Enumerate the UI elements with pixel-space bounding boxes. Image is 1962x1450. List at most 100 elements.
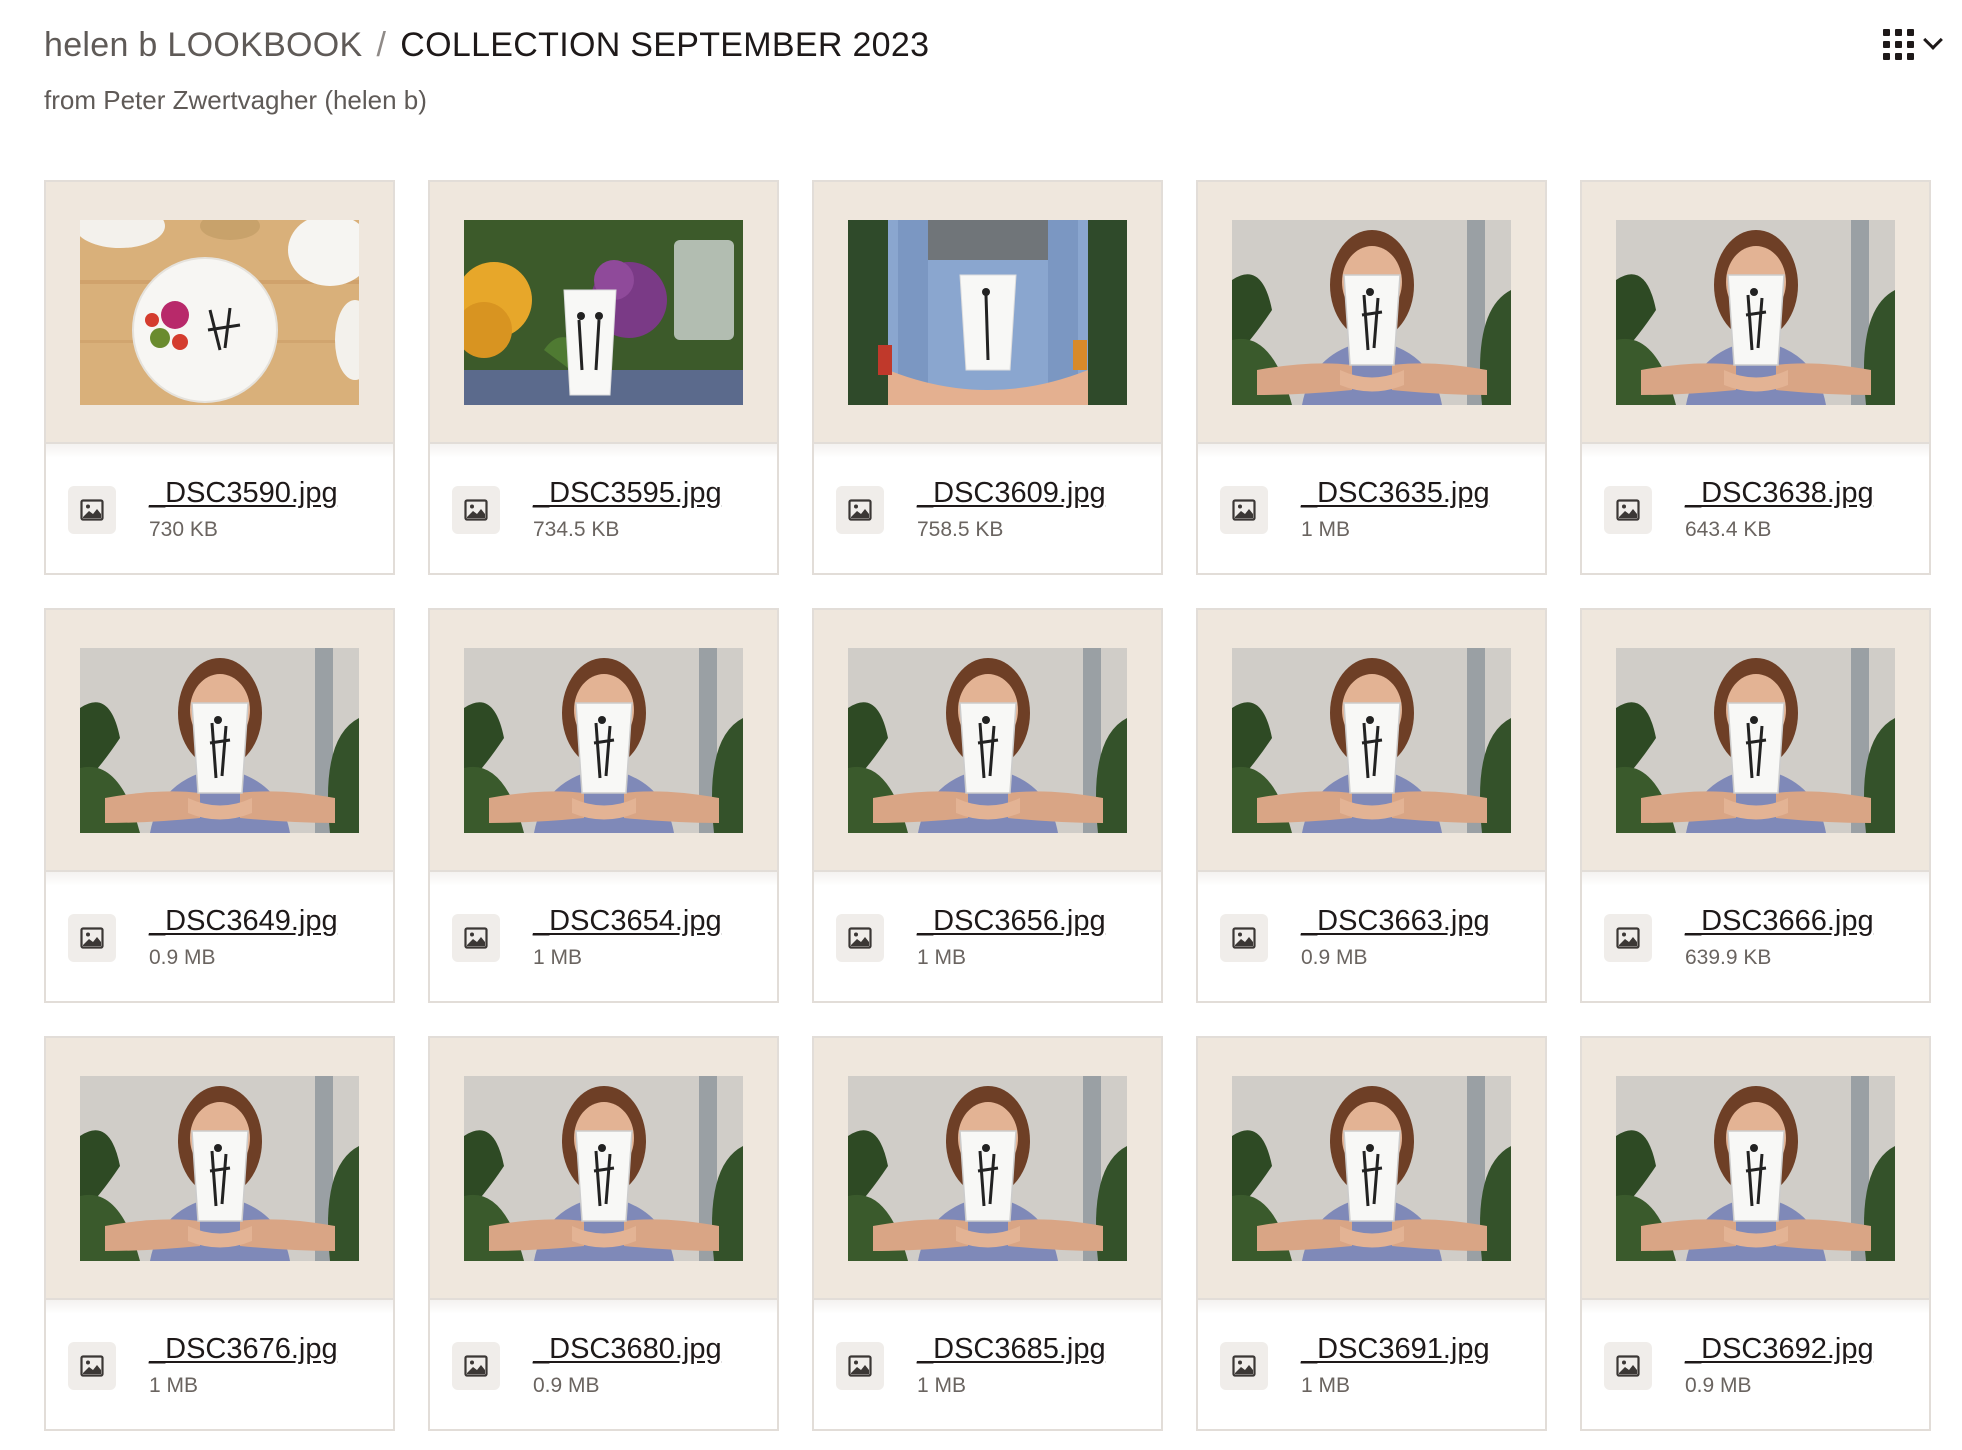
image-thumbnail[interactable]	[1232, 1075, 1511, 1261]
file-size: 1 MB	[917, 946, 967, 969]
thumbnail-frame	[430, 610, 777, 872]
file-info: _DSC3649.jpg 0.9 MB	[46, 872, 393, 1003]
thumbnail-frame	[430, 1038, 777, 1300]
file-card[interactable]: _DSC3590.jpg 730 KB	[44, 180, 395, 575]
file-card[interactable]: _DSC3685.jpg 1 MB	[812, 1036, 1163, 1431]
image-thumbnail[interactable]	[1616, 219, 1895, 405]
file-info: _DSC3680.jpg 0.9 MB	[430, 1300, 777, 1431]
image-thumbnail[interactable]	[80, 219, 359, 405]
file-info: _DSC3609.jpg 758.5 KB	[814, 444, 1161, 575]
thumbnail-frame	[814, 182, 1161, 444]
image-file-icon	[1220, 913, 1268, 962]
thumbnail-frame	[1198, 610, 1545, 872]
image-thumbnail[interactable]	[1232, 219, 1511, 405]
breadcrumb-parent-link[interactable]: helen b LOOKBOOK	[44, 26, 363, 65]
file-size: 758.5 KB	[917, 518, 1004, 541]
image-thumbnail[interactable]	[464, 1075, 743, 1261]
thumbnail-frame	[46, 182, 393, 444]
file-size: 730 KB	[149, 518, 218, 541]
thumbnail-frame	[814, 610, 1161, 872]
shared-by-subtitle: from Peter Zwertvagher (helen b)	[44, 85, 427, 115]
image-thumbnail[interactable]	[80, 647, 359, 833]
page-header: helen b LOOKBOOK / COLLECTION SEPTEMBER …	[44, 26, 929, 116]
image-file-icon	[452, 1341, 500, 1390]
file-size: 0.9 MB	[149, 946, 216, 969]
file-name-link[interactable]: _DSC3692.jpg	[1685, 1333, 1874, 1366]
file-size: 1 MB	[1301, 1374, 1351, 1397]
grid-view-icon	[1883, 28, 1914, 60]
file-info: _DSC3663.jpg 0.9 MB	[1198, 872, 1545, 1003]
file-card[interactable]: _DSC3656.jpg 1 MB	[812, 608, 1163, 1003]
image-thumbnail[interactable]	[464, 219, 743, 405]
file-name-link[interactable]: _DSC3638.jpg	[1685, 477, 1874, 510]
file-card[interactable]: _DSC3635.jpg 1 MB	[1196, 180, 1547, 575]
file-card[interactable]: _DSC3654.jpg 1 MB	[428, 608, 779, 1003]
file-size: 1 MB	[1301, 518, 1351, 541]
file-info: _DSC3595.jpg 734.5 KB	[430, 444, 777, 575]
thumbnail-frame	[430, 182, 777, 444]
image-thumbnail[interactable]	[1616, 1075, 1895, 1261]
file-info: _DSC3635.jpg 1 MB	[1198, 444, 1545, 575]
file-name-link[interactable]: _DSC3685.jpg	[917, 1333, 1106, 1366]
file-name-link[interactable]: _DSC3590.jpg	[149, 477, 338, 510]
file-size: 639.9 KB	[1685, 946, 1772, 969]
file-card[interactable]: _DSC3663.jpg 0.9 MB	[1196, 608, 1547, 1003]
image-thumbnail[interactable]	[1616, 647, 1895, 833]
file-name-link[interactable]: _DSC3691.jpg	[1301, 1333, 1490, 1366]
file-grid: _DSC3590.jpg 730 KB _DSC3595.jpg 734.5 K…	[44, 180, 1931, 1431]
image-file-icon	[68, 913, 116, 962]
thumbnail-frame	[1198, 182, 1545, 444]
file-info: _DSC3692.jpg 0.9 MB	[1582, 1300, 1929, 1431]
file-card[interactable]: _DSC3692.jpg 0.9 MB	[1580, 1036, 1931, 1431]
file-name-link[interactable]: _DSC3680.jpg	[533, 1333, 722, 1366]
file-card[interactable]: _DSC3595.jpg 734.5 KB	[428, 180, 779, 575]
file-name-link[interactable]: _DSC3595.jpg	[533, 477, 722, 510]
thumbnail-frame	[46, 1038, 393, 1300]
image-thumbnail[interactable]	[848, 647, 1127, 833]
view-mode-toggle[interactable]	[1883, 26, 1943, 62]
file-name-link[interactable]: _DSC3666.jpg	[1685, 905, 1874, 938]
chevron-down-icon	[1923, 30, 1943, 50]
file-size: 643.4 KB	[1685, 518, 1772, 541]
thumbnail-frame	[1582, 610, 1929, 872]
file-info: _DSC3638.jpg 643.4 KB	[1582, 444, 1929, 575]
file-size: 0.9 MB	[533, 1374, 600, 1397]
image-file-icon	[1220, 1341, 1268, 1390]
file-card[interactable]: _DSC3649.jpg 0.9 MB	[44, 608, 395, 1003]
image-file-icon	[452, 913, 500, 962]
file-info: _DSC3656.jpg 1 MB	[814, 872, 1161, 1003]
image-file-icon	[68, 485, 116, 534]
file-name-link[interactable]: _DSC3676.jpg	[149, 1333, 338, 1366]
file-size: 1 MB	[149, 1374, 199, 1397]
file-name-link[interactable]: _DSC3656.jpg	[917, 905, 1106, 938]
image-thumbnail[interactable]	[80, 1075, 359, 1261]
thumbnail-frame	[814, 1038, 1161, 1300]
file-name-link[interactable]: _DSC3635.jpg	[1301, 477, 1490, 510]
image-thumbnail[interactable]	[1232, 647, 1511, 833]
image-thumbnail[interactable]	[848, 1075, 1127, 1261]
image-file-icon	[452, 485, 500, 534]
file-info: _DSC3676.jpg 1 MB	[46, 1300, 393, 1431]
file-name-link[interactable]: _DSC3663.jpg	[1301, 905, 1490, 938]
image-thumbnail[interactable]	[464, 647, 743, 833]
image-file-icon	[1604, 485, 1652, 534]
file-card[interactable]: _DSC3609.jpg 758.5 KB	[812, 180, 1163, 575]
file-card[interactable]: _DSC3680.jpg 0.9 MB	[428, 1036, 779, 1431]
file-name-link[interactable]: _DSC3609.jpg	[917, 477, 1106, 510]
file-card[interactable]: _DSC3666.jpg 639.9 KB	[1580, 608, 1931, 1003]
breadcrumb: helen b LOOKBOOK / COLLECTION SEPTEMBER …	[44, 26, 929, 65]
file-name-link[interactable]: _DSC3654.jpg	[533, 905, 722, 938]
breadcrumb-separator: /	[376, 26, 387, 64]
image-file-icon	[68, 1341, 116, 1390]
file-card[interactable]: _DSC3691.jpg 1 MB	[1196, 1036, 1547, 1431]
file-info: _DSC3691.jpg 1 MB	[1198, 1300, 1545, 1431]
file-info: _DSC3685.jpg 1 MB	[814, 1300, 1161, 1431]
file-info: _DSC3654.jpg 1 MB	[430, 872, 777, 1003]
image-file-icon	[836, 1341, 884, 1390]
file-size: 0.9 MB	[1301, 946, 1368, 969]
file-size: 0.9 MB	[1685, 1374, 1752, 1397]
file-card[interactable]: _DSC3638.jpg 643.4 KB	[1580, 180, 1931, 575]
file-name-link[interactable]: _DSC3649.jpg	[149, 905, 338, 938]
file-card[interactable]: _DSC3676.jpg 1 MB	[44, 1036, 395, 1431]
image-thumbnail[interactable]	[848, 219, 1127, 405]
